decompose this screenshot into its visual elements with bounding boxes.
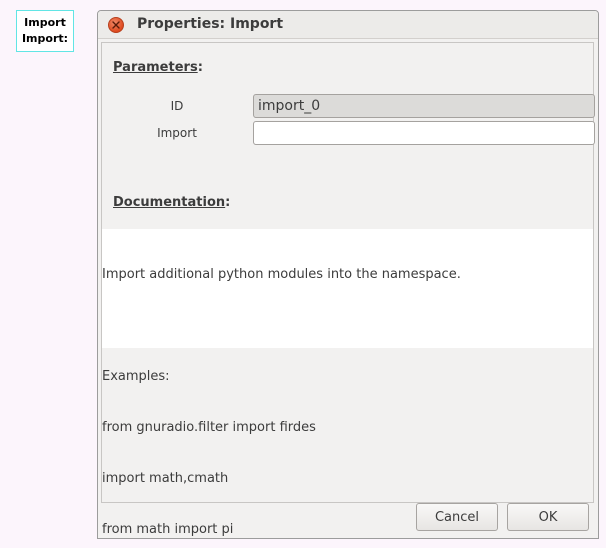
documentation-header-text: Documentation (113, 195, 226, 210)
properties-dialog: Properties: Import Parameters: ID Import… (97, 10, 599, 539)
id-field[interactable] (253, 94, 595, 118)
import-label: Import (157, 126, 197, 140)
documentation-header: Documentation: (113, 195, 230, 210)
parameters-header-colon: : (197, 60, 203, 75)
parameters-header: Parameters: (113, 60, 203, 75)
ok-button[interactable]: OK (507, 503, 589, 531)
import-block[interactable]: Import Import: (16, 10, 74, 52)
doc-line: from gnuradio.filter import firdes (102, 420, 316, 435)
import-field[interactable] (253, 121, 595, 145)
documentation-text: Import additional python modules into th… (102, 229, 593, 537)
documentation-header-colon: : (225, 195, 231, 210)
close-x-icon (112, 21, 120, 29)
import-block-param: Import: (21, 32, 69, 45)
dialog-title: Properties: Import (137, 16, 284, 32)
close-button[interactable] (108, 17, 124, 33)
doc-line: import math,cmath (102, 471, 229, 486)
dialog-content: Parameters: ID Import Documentation: Imp… (101, 42, 595, 537)
parameters-header-text: Parameters (113, 60, 198, 75)
import-block-title: Import (24, 16, 66, 29)
id-label: ID (170, 99, 184, 113)
doc-line (102, 317, 593, 334)
doc-line: Examples: (102, 369, 170, 384)
dialog-titlebar[interactable]: Properties: Import (98, 11, 598, 39)
cancel-button[interactable]: Cancel (416, 503, 498, 531)
doc-line: Import additional python modules into th… (102, 267, 461, 282)
